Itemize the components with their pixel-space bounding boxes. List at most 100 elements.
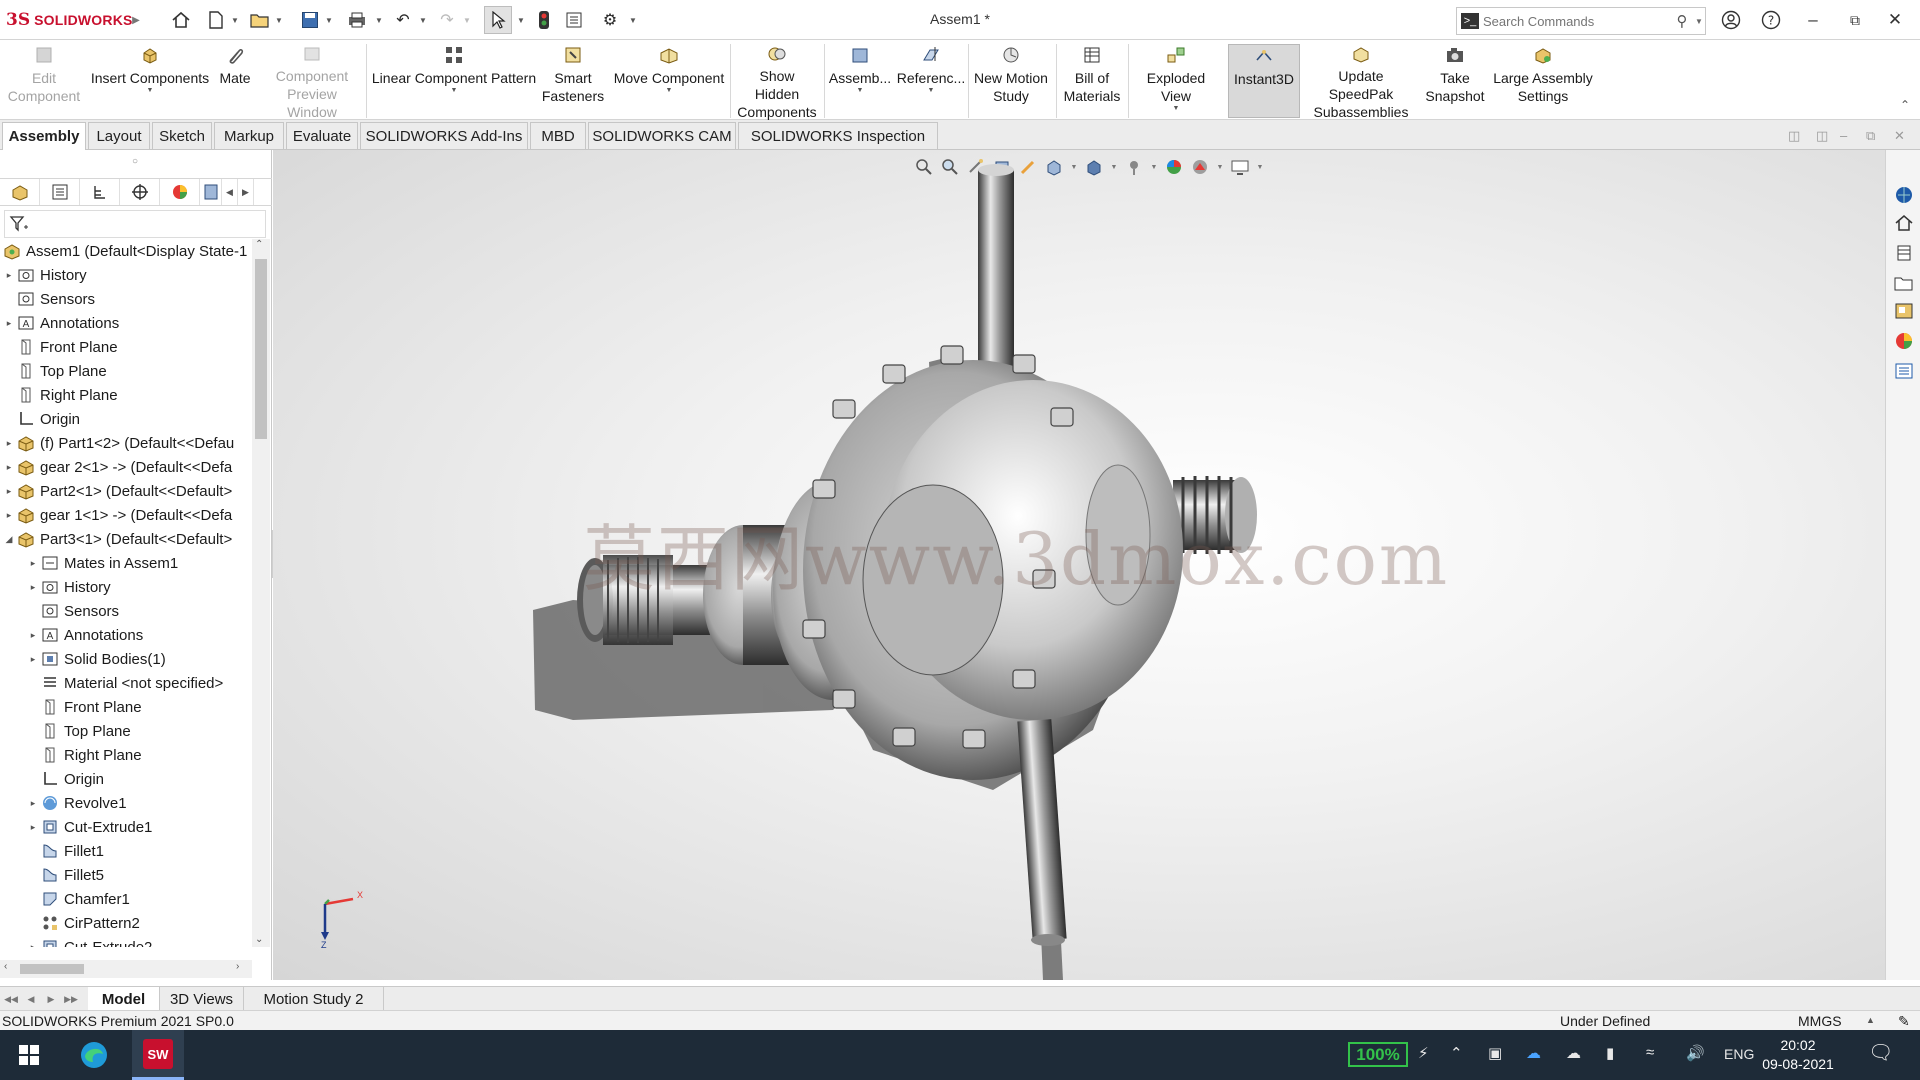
update-speedpak-button[interactable]: Update SpeedPak Subassemblies [1304, 44, 1418, 120]
expand-arrow-icon[interactable]: ▸ [2, 318, 16, 329]
user-account-icon[interactable] [1714, 6, 1748, 34]
move-component-button[interactable]: Move Component ▼ [608, 44, 730, 118]
solidworks-taskbar-icon[interactable]: SW [132, 1030, 184, 1080]
tab-solidworks-add-ins[interactable]: SOLIDWORKS Add-Ins [360, 122, 528, 149]
edge-browser-icon[interactable] [70, 1030, 118, 1080]
search-commands-box[interactable]: >_ ⚲ ▼ [1456, 7, 1706, 35]
next-tab-icon[interactable]: ▶ [44, 991, 58, 1007]
search-dropdown-icon[interactable]: ▼ [1693, 17, 1705, 26]
file-properties-icon[interactable] [562, 8, 586, 32]
tab-motion-study-2[interactable]: Motion Study 2 [244, 987, 384, 1011]
tab-markup[interactable]: Markup [214, 122, 284, 149]
rebuild-icon[interactable] [534, 8, 554, 32]
tree-root-assembly[interactable]: Assem1 (Default<Display State-1 [2, 239, 247, 263]
tab-sketch[interactable]: Sketch [152, 122, 212, 149]
panel-splitter-handle[interactable]: ○ [132, 156, 138, 167]
tree-item[interactable]: Top Plane [2, 359, 107, 383]
prev-tab-icon[interactable]: ◀ [24, 991, 38, 1007]
tab-mbd[interactable]: MBD [530, 122, 586, 149]
scroll-left-icon[interactable]: ‹ [4, 961, 7, 972]
tile-left-icon[interactable]: ◫ [1788, 128, 1800, 144]
move-component-dropdown-icon[interactable]: ▼ [666, 87, 673, 95]
doc-close-icon[interactable]: ✕ [1894, 128, 1905, 144]
tree-item[interactable]: Sensors [26, 599, 119, 623]
tree-item[interactable]: ◢ Part3<1> (Default<<Default> [2, 527, 232, 551]
tree-item[interactable]: Right Plane [2, 383, 118, 407]
close-icon[interactable]: ✕ [1878, 6, 1912, 34]
tree-item[interactable]: Fillet1 [26, 839, 104, 863]
show-hidden-tray-icon[interactable]: ⌃ [1450, 1044, 1463, 1062]
tab-model[interactable]: Model [88, 987, 160, 1011]
scroll-up-icon[interactable]: ⌃ [255, 239, 263, 250]
tree-item[interactable]: Top Plane [26, 719, 131, 743]
battery-icon[interactable]: ▮ [1606, 1044, 1614, 1062]
tree-item[interactable]: ▸ History [2, 263, 87, 287]
tab-solidworks-cam[interactable]: SOLIDWORKS CAM [588, 122, 736, 149]
expand-arrow-icon[interactable]: ▸ [26, 822, 40, 833]
tree-item[interactable]: Material <not specified> [26, 671, 223, 695]
tree-item[interactable]: ▸ Part2<1> (Default<<Default> [2, 479, 232, 503]
wifi-icon[interactable]: ≈ [1646, 1044, 1654, 1061]
new-dropdown-icon[interactable]: ▼ [230, 8, 240, 32]
select-pointer-icon[interactable] [484, 6, 512, 34]
expand-arrow-icon[interactable]: ▸ [26, 558, 40, 569]
tab-solidworks-inspection[interactable]: SOLIDWORKS Inspection [738, 122, 938, 149]
tags-icon[interactable]: ✎ [1898, 1013, 1910, 1030]
doc-minimize-icon[interactable]: – [1840, 128, 1847, 143]
collapse-ribbon-icon[interactable]: ⌃ [1900, 98, 1910, 112]
system-clock[interactable]: 20:02 09-08-2021 [1762, 1036, 1834, 1074]
onedrive-icon[interactable]: ☁ [1526, 1044, 1541, 1062]
tree-item[interactable]: ▸ (f) Part1<2> (Default<<Defau [2, 431, 234, 455]
exploded-view-dropdown-icon[interactable]: ▼ [1173, 105, 1180, 113]
tile-right-icon[interactable]: ◫ [1816, 128, 1828, 144]
reference-geometry-dropdown-icon[interactable]: ▼ [928, 87, 935, 95]
tree-item[interactable]: ▸ Revolve1 [26, 791, 127, 815]
bill-of-materials-button[interactable]: Bill of Materials [1058, 44, 1126, 118]
expand-arrow-icon[interactable]: ▸ [2, 270, 16, 281]
tree-item[interactable]: ▸ A Annotations [26, 623, 144, 647]
new-document-icon[interactable] [204, 8, 228, 32]
tree-vertical-scrollbar[interactable]: ⌃ ⌄ [252, 239, 270, 947]
cam-tab-icon[interactable] [200, 179, 222, 205]
open-folder-icon[interactable] [248, 8, 272, 32]
expand-arrow-icon[interactable]: ▸ [2, 486, 16, 497]
open-dropdown-icon[interactable]: ▼ [274, 8, 284, 32]
restore-icon[interactable]: ⧉ [1838, 6, 1872, 34]
tree-item[interactable]: ▸ A Annotations [2, 311, 120, 335]
instant3d-button[interactable]: Instant3D [1228, 44, 1300, 118]
windows-start-icon[interactable] [0, 1030, 58, 1080]
component-preview-window-button[interactable]: Component Preview Window [262, 44, 362, 120]
doc-restore-icon[interactable]: ⧉ [1866, 128, 1875, 144]
tree-item[interactable]: ▸ History [26, 575, 111, 599]
options-gear-icon[interactable]: ⚙ [598, 8, 622, 32]
search-input[interactable] [1483, 13, 1671, 29]
expand-arrow-icon[interactable]: ▸ [2, 438, 16, 449]
edit-component-button[interactable]: Edit Component [4, 44, 84, 118]
dimxpertmanager-tab-icon[interactable] [120, 179, 160, 205]
tabs-scroll-right-icon[interactable]: ▶ [238, 179, 254, 205]
configurationmanager-tab-icon[interactable] [80, 179, 120, 205]
undo-icon[interactable]: ↶ [392, 8, 414, 32]
undo-dropdown-icon[interactable]: ▼ [418, 8, 428, 32]
tab-assembly[interactable]: Assembly [2, 122, 86, 150]
first-tab-icon[interactable]: ◀◀ [4, 991, 18, 1007]
solidworks-logo[interactable]: 3S SOLIDWORKS [6, 9, 133, 31]
expand-arrow-icon[interactable]: ▸ [26, 798, 40, 809]
file-explorer-icon[interactable] [1893, 272, 1915, 294]
assembly-features-dropdown-icon[interactable]: ▼ [857, 87, 864, 95]
tree-item[interactable]: Origin [26, 767, 104, 791]
tree-item[interactable]: CirPattern2 [26, 911, 140, 935]
onedrive-personal-icon[interactable]: ☁ [1566, 1044, 1581, 1062]
insert-components-button[interactable]: Insert Components ▼ [88, 44, 212, 118]
tree-item[interactable]: ▸ Mates in Assem1 [26, 551, 178, 575]
last-tab-icon[interactable]: ▶▶ [64, 991, 78, 1007]
propertymanager-tab-icon[interactable] [40, 179, 80, 205]
tree-item[interactable]: ▸ Solid Bodies(1) [26, 647, 166, 671]
expand-arrow-icon[interactable]: ▸ [2, 510, 16, 521]
expand-arrow-icon[interactable]: ▸ [26, 942, 40, 948]
expand-arrow-icon[interactable]: ▸ [26, 630, 40, 641]
tree-item[interactable]: ▸ Cut-Extrude1 [26, 815, 153, 839]
expand-arrow-icon[interactable]: ▸ [26, 582, 40, 593]
design-library-icon[interactable] [1893, 242, 1915, 264]
menu-expand-icon[interactable]: ▶ [128, 8, 144, 32]
